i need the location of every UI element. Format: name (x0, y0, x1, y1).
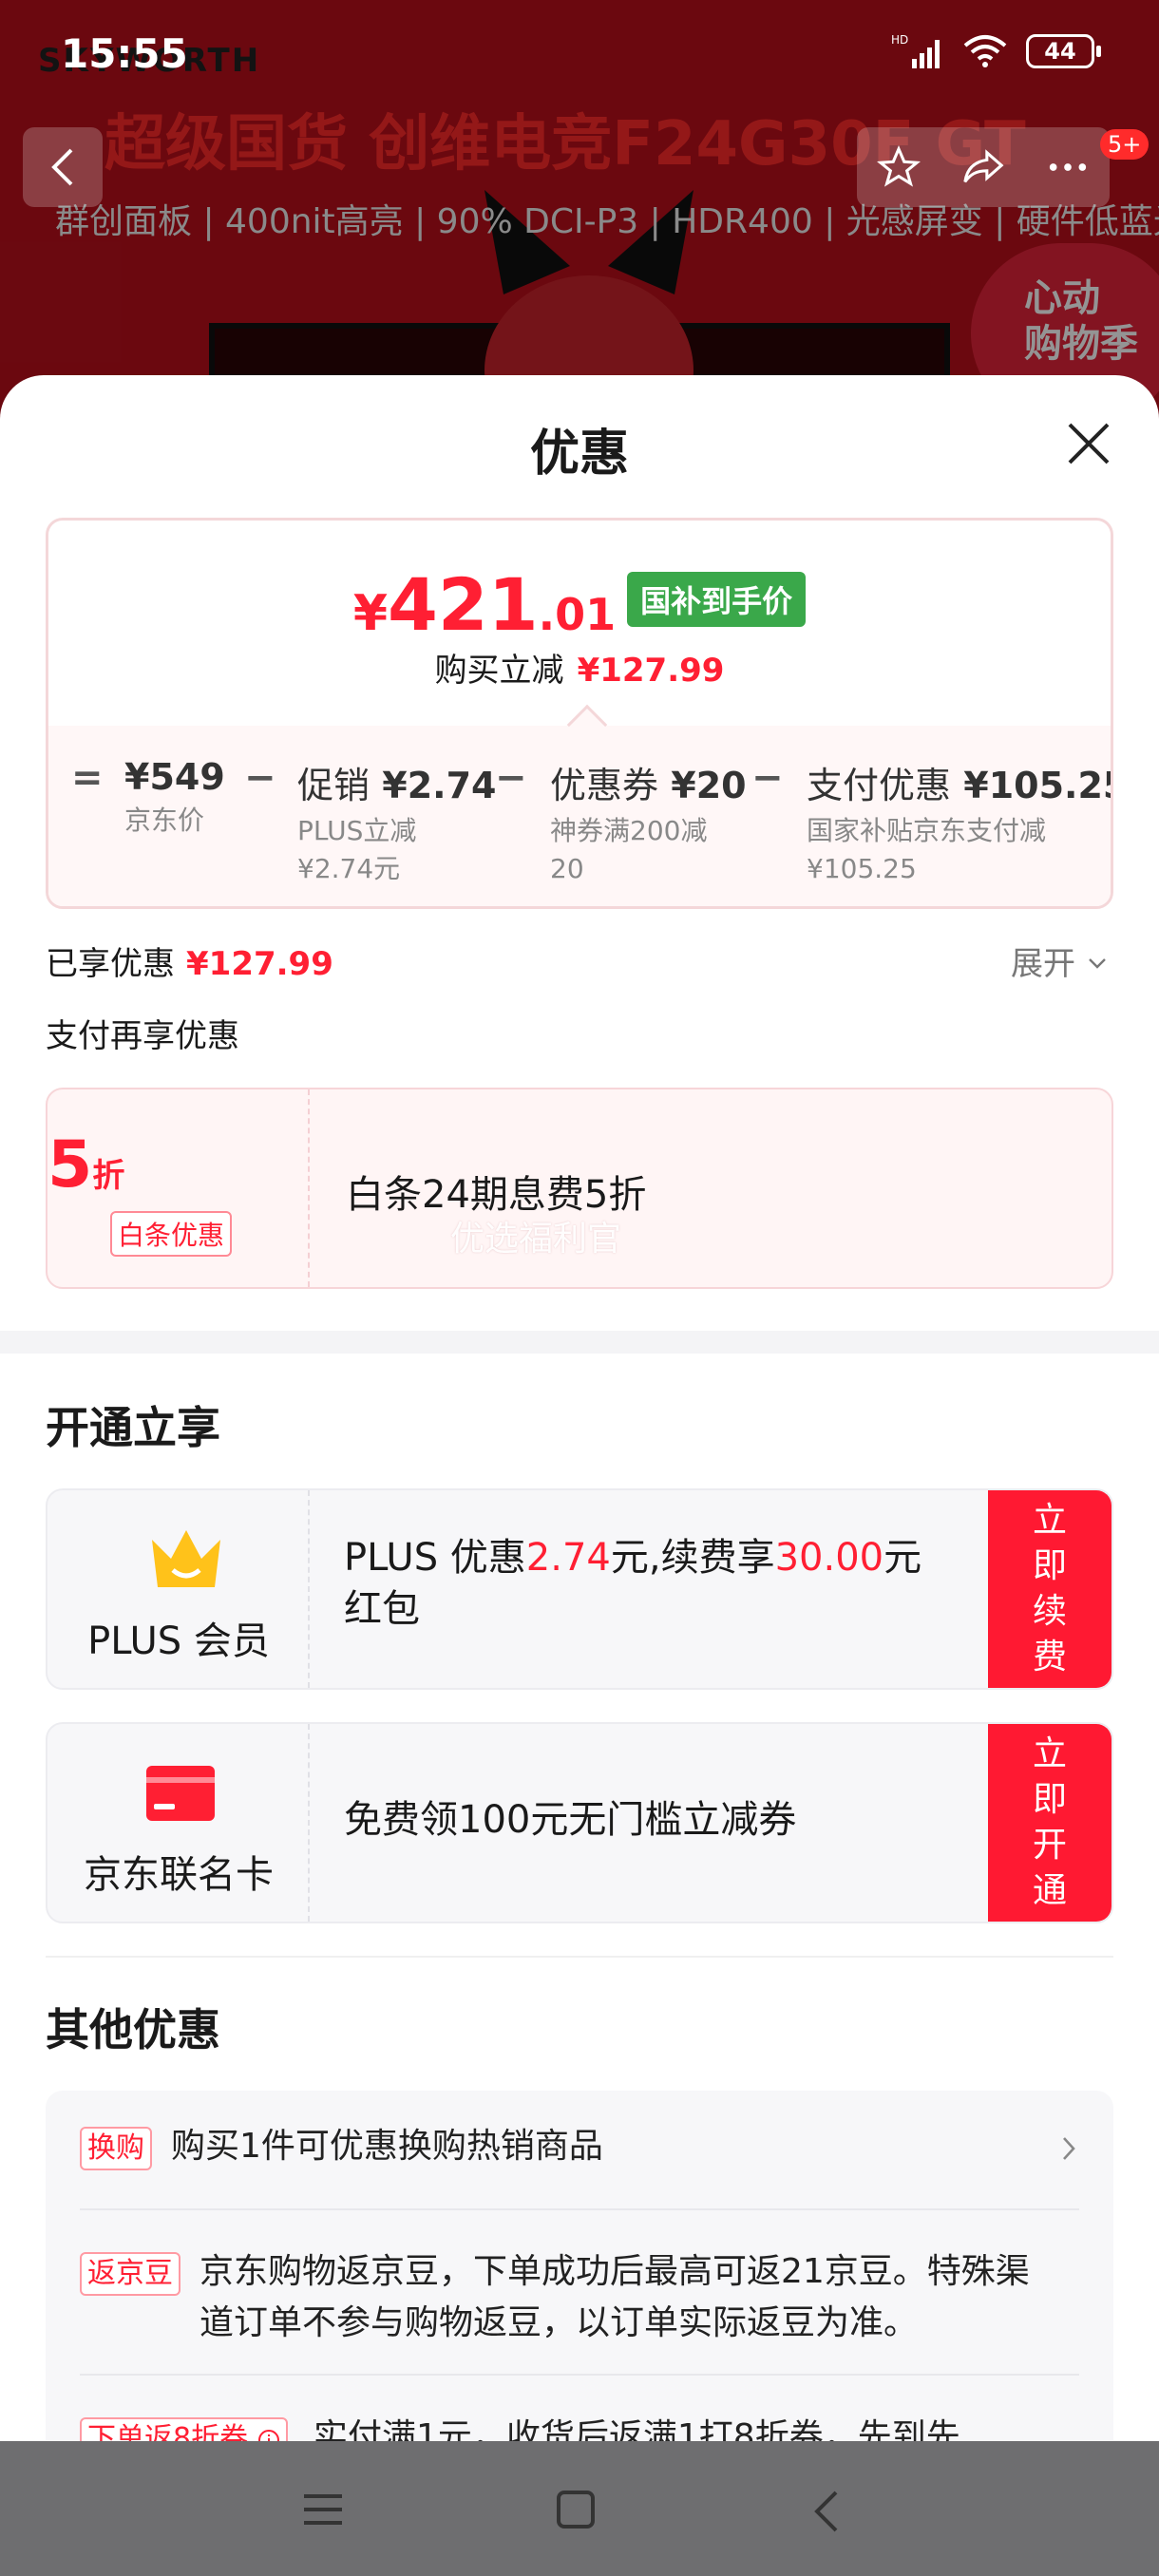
instant-save-amount: ¥127.99 (577, 652, 725, 690)
breakdown-payment: 支付优惠 ¥105.25 国家补贴京东支付减¥105.25 (807, 756, 1111, 888)
item-text: 京东购物返京豆，下单成功后最高可返21京豆。特殊渠道订单不参与购物返豆，以订单实… (200, 2252, 1030, 2342)
credit-card-icon (146, 1766, 215, 1821)
more-button[interactable] (1046, 145, 1090, 189)
list-item-jingdou: 返京豆 京东购物返京豆，下单成功后最高可返21京豆。特殊渠道订单不参与购物返豆，… (80, 2252, 1079, 2357)
back-button[interactable] (23, 127, 103, 207)
list-item-exchange[interactable]: 换购 购买1件可优惠换购热销商品 (80, 2127, 1079, 2184)
item-tag: 返京豆 (80, 2252, 180, 2296)
enjoyed-discount-row: 已享优惠 ¥127.99 (46, 938, 333, 984)
system-nav-bar (0, 2441, 1159, 2576)
breakdown-op-minus: − (244, 756, 276, 800)
sheet-title: 优惠 (529, 426, 629, 483)
home-icon[interactable] (555, 2489, 597, 2530)
breakdown-label: 促销 (297, 765, 370, 806)
app-root: { "status_bar": {"time": "15:55", "signa… (0, 0, 1159, 2576)
open-card-button[interactable]: 立即开通 (988, 1724, 1112, 1922)
breakdown-value: ¥105.25 (963, 765, 1113, 806)
breakdown-sub: PLUS立减¥2.74元 (297, 815, 417, 884)
status-bar: 15:55 HD 44 (0, 0, 1159, 104)
chevron-right-icon (1063, 2137, 1075, 2160)
final-price-integer: 421 (388, 562, 539, 647)
price-breakdown: = ¥549 京东价 − 促销 ¥2.74 PLUS立减¥2.74元 − 优惠券… (48, 756, 1111, 906)
favorite-button[interactable] (877, 145, 921, 189)
coupon-rate-number: 5 (48, 1127, 93, 1203)
wifi-icon (963, 35, 1007, 67)
more-dots-icon (1049, 163, 1087, 171)
final-price-decimal: .01 (538, 589, 617, 640)
breakdown-op-minus: − (751, 756, 784, 800)
other-discounts-list: 换购 购买1件可优惠换购热销商品 返京豆 京东购物返京豆，下单成功后最高可返21… (46, 2091, 1113, 2490)
plus-redpacket-amount: 30.00 (774, 1536, 884, 1580)
back-icon[interactable] (809, 2489, 844, 2534)
expand-label: 展开 (1011, 945, 1075, 983)
notification-count-badge: 5+ (1100, 129, 1150, 160)
subsidy-price-tag: 国补到手价 (627, 572, 807, 627)
breakdown-promotion: 促销 ¥2.74 PLUS立减¥2.74元 (297, 756, 496, 888)
battery-icon: 44 (1026, 34, 1101, 68)
crown-icon (152, 1530, 220, 1587)
status-icons: HD 44 (891, 32, 1101, 70)
jd-card-card: 京东联名卡 免费领100元无门槛立减券 立即开通 (46, 1722, 1113, 1923)
plus-desc-text: 元,续费享 (610, 1536, 775, 1580)
signal-hd-label: HD (891, 33, 908, 47)
share-icon (963, 149, 1004, 183)
instant-save-row: 购买立减 ¥127.99 (48, 644, 1111, 691)
top-action-group (857, 127, 1110, 207)
breakdown-label: 优惠券 (550, 765, 659, 806)
list-separator (80, 2208, 1079, 2210)
breakdown-op-equals: = (71, 756, 104, 800)
star-icon (877, 145, 921, 187)
renew-button[interactable]: 立即续费 (988, 1490, 1112, 1688)
other-section-title: 其他优惠 (46, 2004, 220, 2055)
open-section-title: 开通立享 (46, 1402, 220, 1453)
card-name: 京东联名卡 (84, 1853, 274, 1897)
pay-more-label: 支付再享优惠 (46, 1017, 239, 1055)
coupon-rate: 5折 (48, 1127, 310, 1203)
price-summary-card: ¥421.01 国补到手价 购买立减 ¥127.99 = ¥549 京东价 − 促销… (46, 518, 1113, 909)
signal-icon: HD (891, 33, 940, 68)
expand-toggle[interactable]: 展开 (1011, 938, 1109, 984)
breakdown-list-price: ¥549 京东价 (124, 756, 225, 840)
plus-discount-amount: 2.74 (525, 1536, 611, 1580)
enjoyed-amount: ¥127.99 (186, 945, 333, 983)
plus-name: PLUS 会员 (87, 1619, 270, 1663)
list-separator (80, 2374, 1079, 2376)
divider (46, 1956, 1113, 1958)
final-price-currency: ¥ (352, 585, 388, 642)
card-description: 免费领100元无门槛立减券 (344, 1798, 797, 1842)
breakdown-sub: 神券满200减20 (550, 815, 708, 884)
instant-save-label: 购买立减 (434, 652, 564, 690)
breakdown-op-minus: − (495, 756, 527, 800)
breakdown-value: ¥20 (671, 765, 747, 806)
breakdown-coupon: 优惠券 ¥20 神券满200减20 (550, 756, 747, 888)
breakdown-sub: 京东价 (124, 805, 205, 836)
plus-member-card: PLUS 会员 PLUS 优惠2.74元,续费享30.00元红包 立即续费 (46, 1488, 1113, 1690)
share-button[interactable] (960, 145, 1006, 189)
item-tag: 换购 (80, 2127, 152, 2170)
final-price: ¥421.01 国补到手价 (48, 562, 1111, 647)
breakdown-sub: 国家补贴京东支付减¥105.25 (807, 815, 1047, 884)
discount-sheet: 优惠 ¥421.01 国补到手价 购买立减 ¥127.99 = ¥549 京东价 −… (0, 375, 1159, 2512)
menu-icon[interactable] (300, 2489, 346, 2530)
breakdown-label: 支付优惠 (807, 765, 952, 806)
coupon-badge: 白条优惠 (110, 1211, 233, 1257)
coupon-rate-unit: 折 (92, 1157, 125, 1195)
baitiao-coupon[interactable]: 5折 白条优惠 白条24期息费5折 优选福利官 (46, 1088, 1113, 1289)
enjoyed-label: 已享优惠 (46, 945, 175, 983)
chevron-down-icon (1088, 958, 1106, 969)
breakdown-value: ¥2.74 (382, 765, 497, 806)
plus-description: PLUS 优惠2.74元,续费享30.00元红包 (344, 1532, 933, 1635)
status-time: 15:55 (61, 30, 188, 77)
close-icon[interactable] (1062, 417, 1115, 470)
section-gap (0, 1331, 1159, 1354)
item-text: 购买1件可优惠换购热销商品 (171, 2127, 603, 2166)
plus-desc-text: PLUS 优惠 (344, 1536, 526, 1580)
breakdown-value: ¥549 (124, 756, 225, 798)
watermark: 优选福利官 (450, 1220, 622, 1259)
chevron-left-icon (51, 148, 73, 186)
